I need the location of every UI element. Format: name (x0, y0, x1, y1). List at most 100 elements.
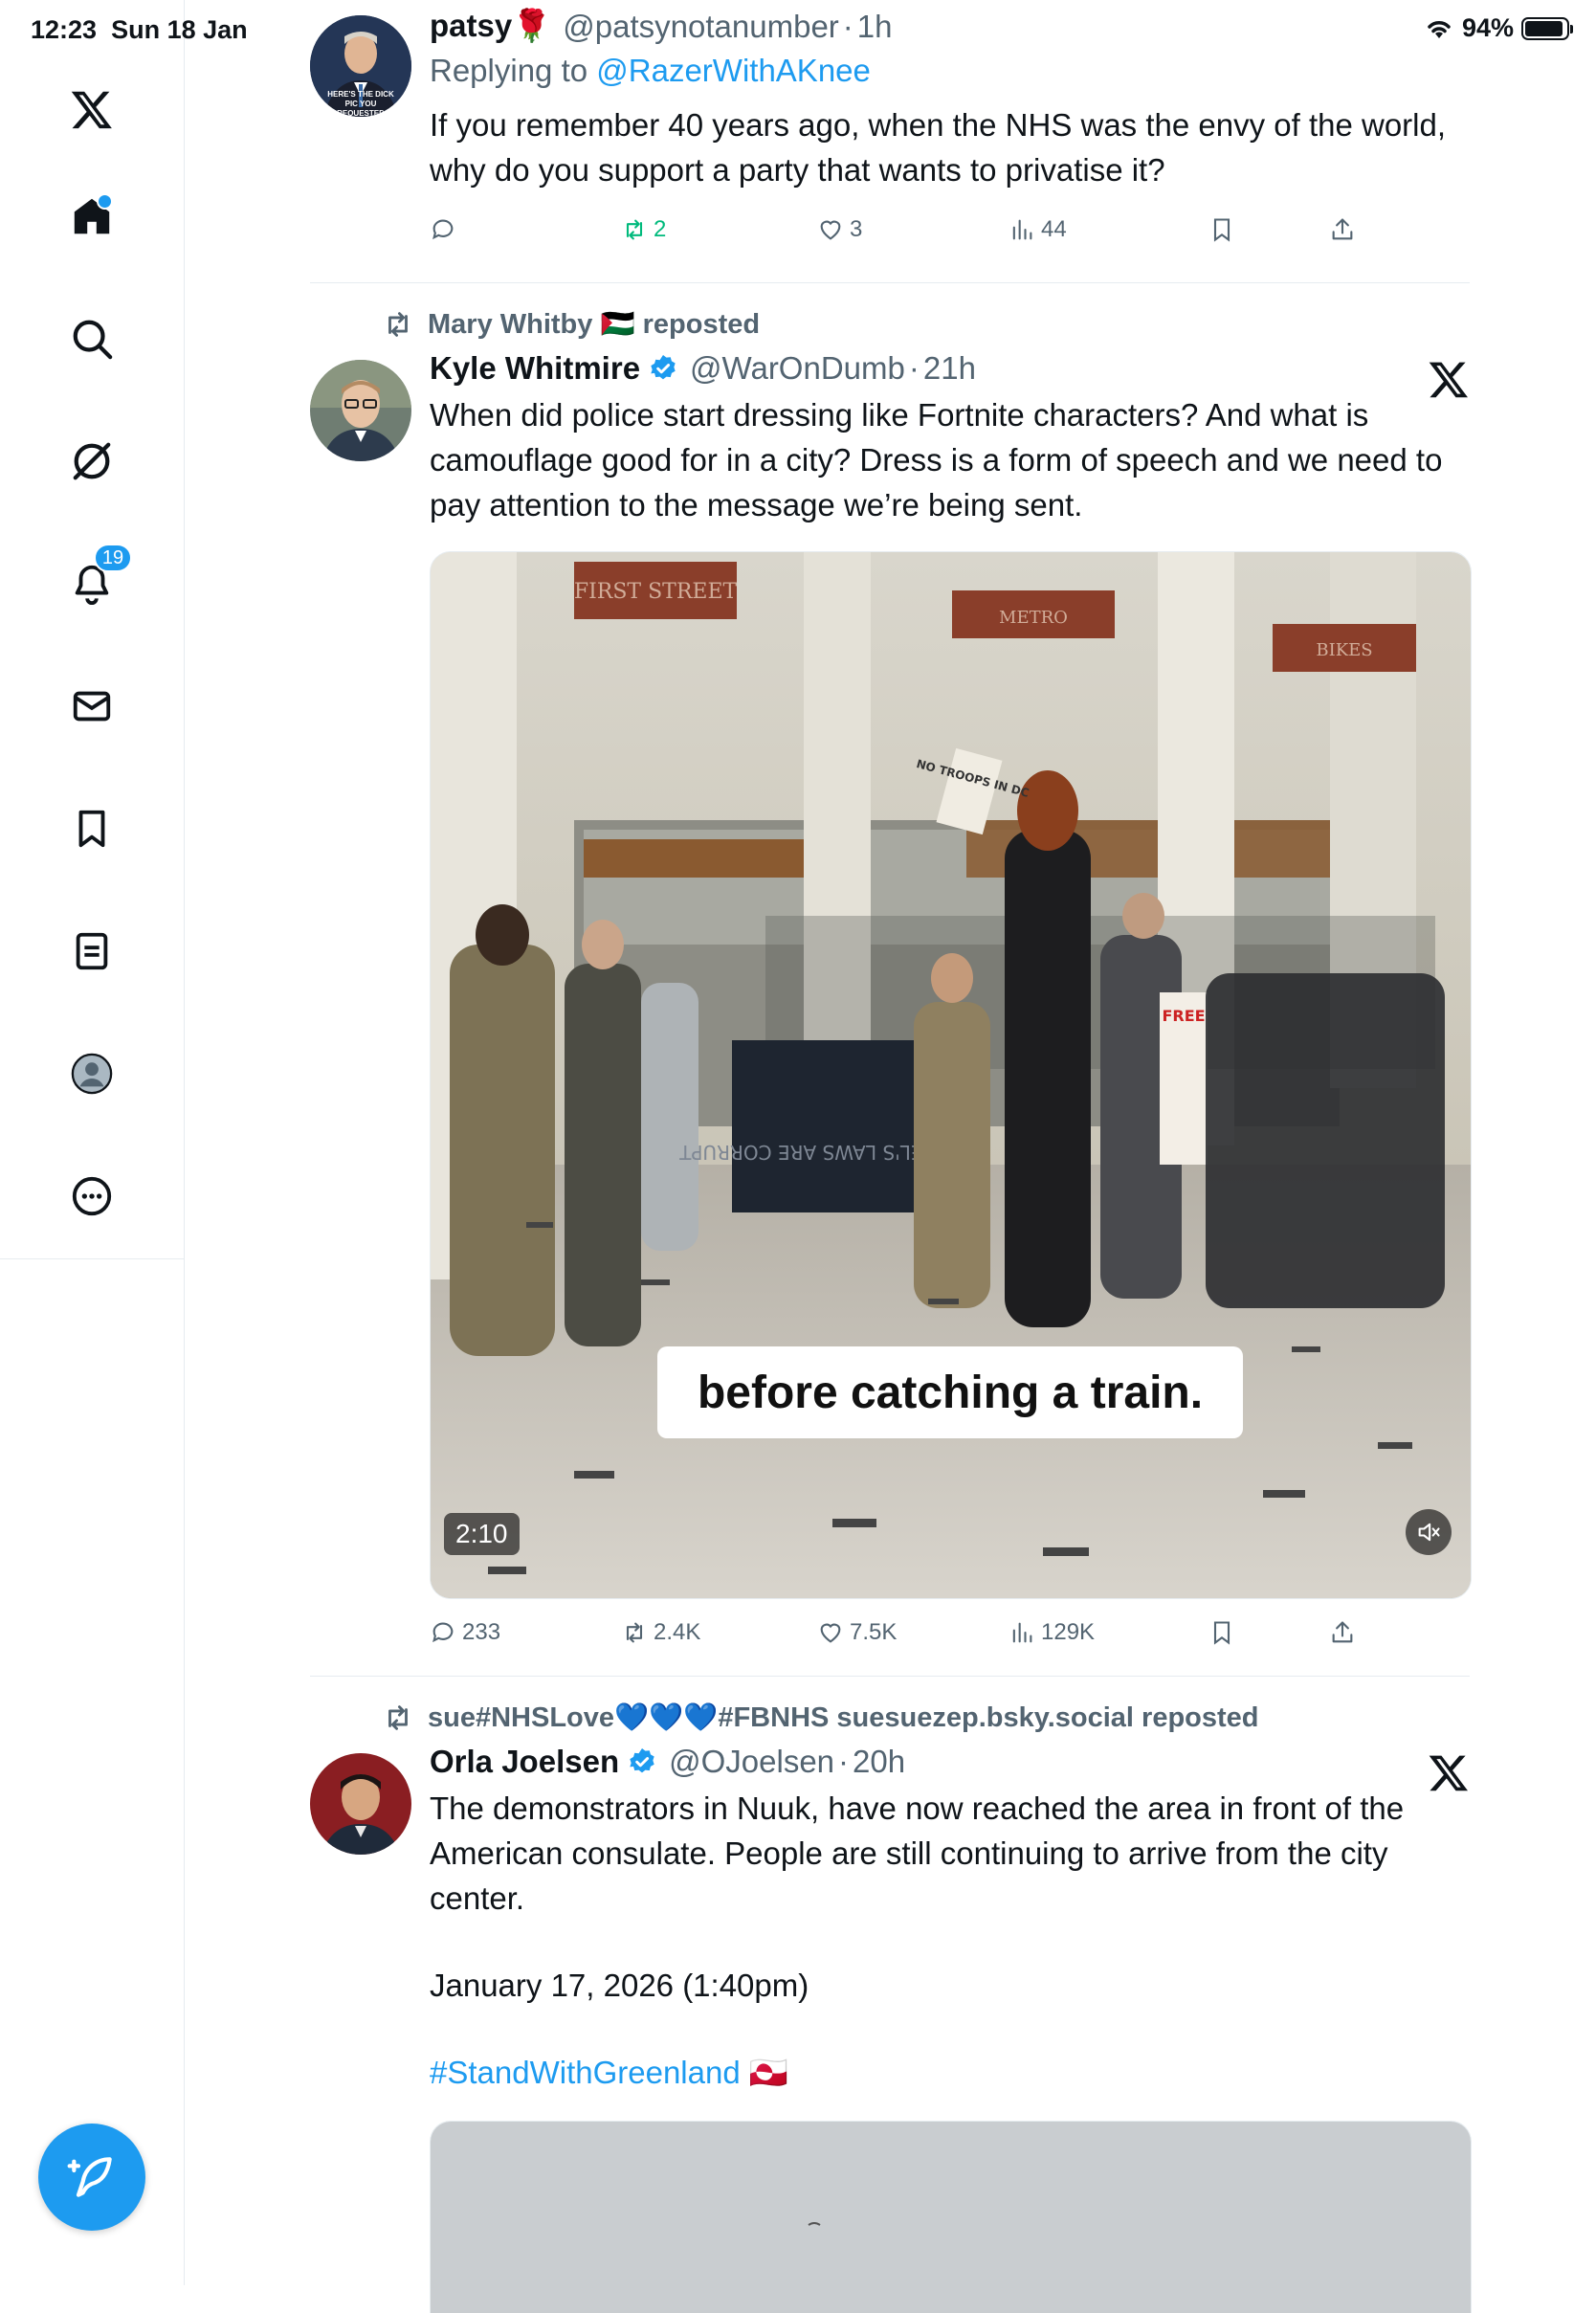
tweet-header: Kyle Whitmire @WarOnDumb · 21h (430, 350, 1470, 387)
muted-speaker-icon (1418, 1523, 1440, 1542)
status-bar: 12:23 Sun 18 Jan 94% (0, 0, 1596, 59)
sidebar-item-search[interactable] (52, 299, 132, 379)
repost-button[interactable]: 2.4K (621, 1619, 700, 1646)
x-logo-button[interactable] (52, 69, 132, 149)
repost-context: Mary Whitby 🇵🇸 reposted (382, 308, 760, 341)
sidebar-item-home[interactable] (52, 176, 132, 256)
views-icon (1012, 1622, 1032, 1643)
reply-count: 233 (462, 1619, 501, 1645)
tweet-header: Orla Joelsen @OJoelsen · 20h (430, 1744, 1470, 1780)
repost-icon (626, 219, 643, 240)
wifi-icon (1428, 20, 1451, 38)
share-icon (1332, 1621, 1353, 1643)
tweet-hashtag-line: #StandWithGreenland 🇬🇱 (430, 2050, 1470, 2095)
sidebar-item-more[interactable] (52, 1156, 132, 1236)
reply-button[interactable] (430, 216, 462, 243)
like-button[interactable]: 7.5K (817, 1619, 897, 1646)
heart-icon (820, 220, 841, 240)
tweet-text: If you remember 40 years ago, when the N… (430, 107, 1447, 188)
reposted-by[interactable]: sue#NHSLove💙💙💙#FBNHS suesuezep.bsky.soci… (428, 1701, 1259, 1734)
bookmark-icon (1213, 1621, 1230, 1645)
status-time-date: 12:23 Sun 18 Jan (31, 15, 248, 44)
compose-feather-icon (67, 2157, 112, 2197)
sidebar-item-bookmarks[interactable] (52, 789, 132, 869)
sidebar-item-lists[interactable] (52, 911, 132, 991)
home-new-dot (97, 193, 113, 210)
x-source-icon[interactable] (1428, 358, 1470, 400)
share-icon (1332, 218, 1353, 240)
repost-count: 2 (654, 216, 667, 242)
notifications-badge: 19 (94, 544, 132, 572)
post-time[interactable]: 20h (853, 1744, 905, 1780)
greenland-flag: 🇬🇱 (748, 2055, 788, 2090)
search-icon (73, 320, 113, 360)
repost-icon (388, 312, 408, 337)
tweet-actions: 233 2.4K 7.5K 129K (430, 1619, 1353, 1657)
repost-button[interactable]: 2 (621, 216, 666, 243)
status-indicators: 94% (1424, 13, 1573, 43)
svg-text:HERE'S THE DICK: HERE'S THE DICK (327, 90, 394, 99)
tweet-text: When did police start dressing like Fort… (430, 397, 1443, 523)
video-player[interactable]: FIRST STREET METRO BIKES ISRAEL'S LAWS A… (430, 551, 1472, 1599)
sign-first-street: FIRST STREET (574, 580, 738, 604)
sidebar-item-profile[interactable] (52, 1034, 132, 1114)
views-button[interactable]: 129K (1009, 1619, 1095, 1646)
more-circle-icon (72, 1176, 112, 1216)
bookmark-button[interactable] (1208, 216, 1235, 243)
tweet-actions: 2 3 44 (430, 216, 1353, 255)
share-button[interactable] (1329, 216, 1356, 243)
views-count: 44 (1041, 216, 1067, 242)
repost-icon (388, 1705, 408, 1730)
sign-bikes: BIKES (1316, 640, 1372, 660)
author-name[interactable]: Orla Joelsen (430, 1744, 619, 1780)
like-count: 3 (850, 216, 863, 242)
sidebar-divider (0, 1258, 184, 1259)
sidebar-nav: 19 (0, 0, 185, 2285)
compose-post-button[interactable] (38, 2124, 145, 2231)
mail-icon (73, 691, 111, 722)
list-icon (76, 932, 108, 970)
mute-button[interactable] (1406, 1509, 1452, 1555)
hashtag-link[interactable]: #StandWithGreenland (430, 2055, 741, 2090)
tweet-date-line: January 17, 2026 (1:40pm) (430, 1968, 809, 2003)
reposted-by[interactable]: Mary Whitby 🇵🇸 reposted (428, 308, 760, 341)
nuuk-photo-image (431, 2122, 1471, 2313)
media-image[interactable] (430, 2121, 1472, 2313)
avatar[interactable] (310, 360, 411, 461)
profile-avatar-icon (71, 1053, 113, 1095)
share-button[interactable] (1329, 1619, 1356, 1646)
tweet-separator (310, 282, 1470, 283)
svg-text:REQUESTED: REQUESTED (337, 109, 385, 117)
reply-icon (432, 219, 454, 240)
tweet-separator (310, 1676, 1470, 1677)
grok-icon (73, 442, 111, 480)
dot-separator: · (838, 1744, 850, 1779)
heart-icon (820, 1623, 841, 1643)
sidebar-item-messages[interactable] (52, 666, 132, 746)
like-button[interactable]: 3 (817, 216, 862, 243)
battery-icon (1521, 16, 1573, 40)
views-button[interactable]: 44 (1009, 216, 1067, 243)
video-frame-image: FIRST STREET METRO BIKES ISRAEL'S LAWS A… (431, 552, 1471, 1598)
reply-icon (432, 1622, 454, 1643)
x-logo-icon (71, 91, 112, 129)
sidebar-item-notifications[interactable]: 19 (52, 544, 132, 624)
author-name[interactable]: Kyle Whitmire (430, 350, 640, 387)
bookmark-icon (1213, 218, 1230, 242)
post-time[interactable]: 21h (923, 350, 976, 387)
author-handle[interactable]: @WarOnDumb (690, 350, 905, 387)
avatar[interactable] (310, 1753, 411, 1855)
repost-context: sue#NHSLove💙💙💙#FBNHS suesuezep.bsky.soci… (382, 1701, 1259, 1734)
sidebar-item-grok[interactable] (52, 421, 132, 501)
bookmark-button[interactable] (1208, 1619, 1235, 1646)
video-caption: before catching a train. (698, 1368, 1203, 1418)
x-source-icon[interactable] (1428, 1751, 1470, 1793)
like-count: 7.5K (850, 1619, 898, 1645)
battery-percent: 94% (1461, 13, 1514, 42)
svg-text:FREE: FREE (1162, 1007, 1205, 1025)
repost-icon (626, 1622, 643, 1643)
video-duration: 2:10 (444, 1513, 520, 1555)
author-handle[interactable]: @OJoelsen (669, 1744, 834, 1780)
reply-button[interactable]: 233 (430, 1619, 500, 1646)
bookmark-icon (78, 810, 105, 848)
